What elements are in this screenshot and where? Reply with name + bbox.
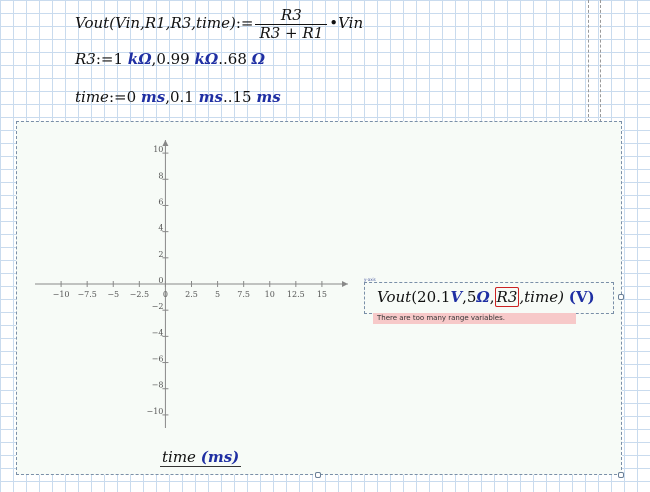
y-tick-label: 2	[158, 250, 163, 259]
y-function-name: Vout	[377, 288, 412, 306]
y-tick-label: 0	[158, 276, 163, 285]
x-tick-label: −2.5	[130, 290, 149, 299]
x-variable: time	[162, 448, 196, 466]
y-tick-label: 6	[158, 197, 163, 206]
x-axis-arrow	[342, 281, 348, 287]
y-tick-label: 4	[158, 224, 163, 233]
x-tick-label: −5	[107, 290, 119, 299]
x-tick-label: 15	[317, 290, 327, 299]
y-tick-label: 8	[158, 171, 163, 180]
y-arg-separator: ,	[489, 288, 495, 306]
x-axis-expression[interactable]: time (ms)	[160, 448, 242, 467]
y-arg-2-value: ,5	[462, 288, 477, 306]
x-tick-label: −7.5	[77, 290, 96, 299]
y-tick-label: −8	[152, 381, 164, 390]
error-tooltip: There are too many range variables.	[373, 313, 576, 324]
y-arg-1-unit: V	[450, 288, 463, 306]
y-tick-label: −4	[152, 328, 164, 337]
y-tick-label: 10	[153, 145, 163, 154]
x-tick-label: 2.5	[185, 290, 198, 299]
x-tick-label: 12.5	[287, 290, 305, 299]
x-tick-label: 7.5	[237, 290, 250, 299]
error-highlight-r3[interactable]: R3	[494, 287, 520, 307]
y-tick-label: −10	[147, 407, 164, 416]
plot-chart: −10 −7.5 −5 −2.5 0 2.5 5 7.5 10 12.5 15 10 8 6 4 2 0 −2 −4…	[35, 140, 348, 428]
y-unit: (V)	[568, 288, 595, 306]
y-arg-2-unit: Ω	[476, 288, 490, 306]
x-tick-label: 10	[265, 290, 275, 299]
y-arg-1-value: (20.1	[411, 288, 451, 306]
x-tick-label: 5	[215, 290, 220, 299]
y-tick-label: −6	[152, 355, 164, 364]
x-unit: (ms)	[200, 448, 240, 466]
x-tick-label: −10	[53, 290, 70, 299]
y-axis-expression[interactable]: Vout(20.1V,5Ω, R3 ,time) (V)	[377, 287, 595, 307]
y-axis-expression-box[interactable]: Vout(20.1V,5Ω, R3 ,time) (V)	[364, 282, 614, 314]
y-arg-4: ,time)	[519, 288, 564, 306]
y-tick-label: −2	[152, 302, 164, 311]
x-tick-label: 0	[163, 290, 168, 299]
